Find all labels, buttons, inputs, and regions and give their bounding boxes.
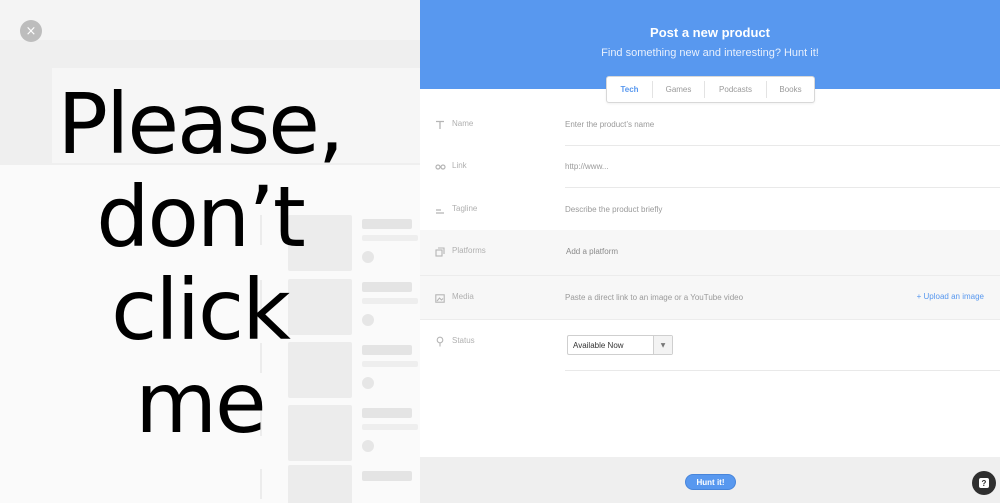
tab-tech[interactable]: Tech [607,81,653,98]
media-input[interactable]: Paste a direct link to an image or a You… [565,293,743,302]
media-label: Media [452,292,474,301]
platforms-icon [434,246,446,258]
platforms-input[interactable]: Add a platform [566,247,618,256]
tagline-label: Tagline [452,204,478,213]
divider [565,370,1000,371]
text-icon [434,119,446,131]
link-row: Link http://www... [420,146,1000,188]
screen: × Please, don’t click me Post a new prod… [0,0,1000,503]
background-topbar [0,0,420,40]
platforms-label: Platforms [452,246,486,255]
status-select[interactable]: Available Now ▼ [567,335,673,355]
name-label: Name [452,119,474,128]
please-dont-click-message: Please, don’t click me [57,75,344,452]
close-icon: × [25,23,37,39]
upload-image-link[interactable]: + Upload an image [917,292,984,301]
tab-games[interactable]: Games [653,81,705,98]
status-label: Status [452,336,475,345]
tab-podcasts[interactable]: Podcasts [705,81,767,98]
status-selected-value: Available Now [573,340,624,350]
image-icon [434,292,446,304]
tagline-row: Tagline Describe the product briefly [420,188,1000,230]
post-product-modal: Post a new product Find something new an… [420,0,1000,503]
tagline-input[interactable]: Describe the product briefly [565,205,662,214]
close-button[interactable]: × [20,20,42,42]
category-tabs: Tech Games Podcasts Books [606,76,815,103]
link-input[interactable]: http://www... [565,162,609,171]
help-button[interactable]: ? [972,471,996,495]
hunt-it-button[interactable]: Hunt it! [685,474,736,490]
name-row: Name Enter the product’s name [420,103,1000,146]
link-icon [434,161,446,173]
modal-subtitle: Find something new and interesting? Hunt… [601,47,819,59]
tagline-icon [434,204,446,216]
modal-footer: Hunt it! [420,457,1000,503]
help-icon: ? [979,478,989,488]
tab-books[interactable]: Books [767,81,814,98]
media-row: Media Paste a direct link to an image or… [420,275,1000,319]
status-row: Status [420,319,1000,371]
pin-icon [434,335,446,347]
modal-title: Post a new product [650,25,770,40]
link-label: Link [452,161,467,170]
platforms-row: Platforms Add a platform [420,230,1000,275]
background-title [362,471,412,481]
background-vote [260,469,274,499]
name-input[interactable]: Enter the product’s name [565,120,654,129]
chevron-down-icon: ▼ [653,336,672,354]
background-thumbnail [288,465,352,503]
